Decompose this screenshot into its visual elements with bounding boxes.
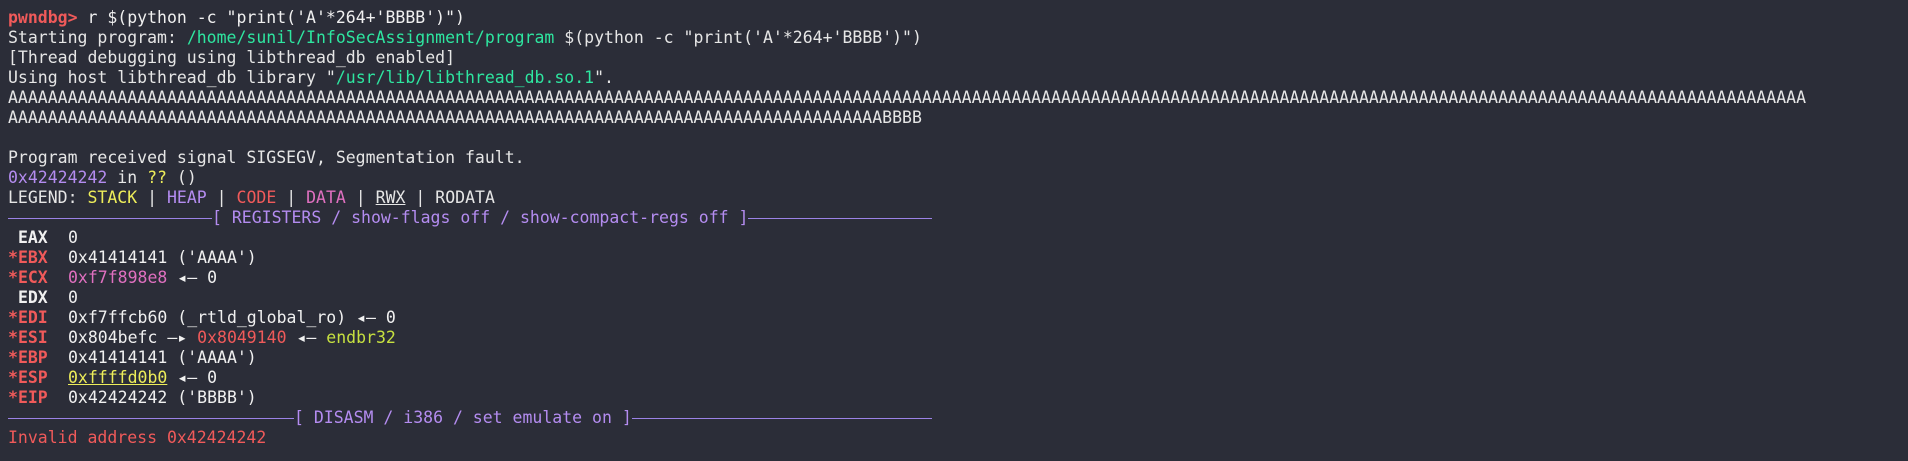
- separator-rule: [8, 218, 212, 219]
- register-value: 0x804befc —▸: [68, 328, 198, 347]
- register-name: EAX: [8, 228, 68, 248]
- register-value: 0: [68, 288, 78, 307]
- signal-line: Program received signal SIGSEGV, Segment…: [8, 148, 525, 167]
- register-value: 0xf7ffcb60 (_rtld_global_ro) ◂— 0: [68, 308, 396, 327]
- register-name: *EBX: [8, 248, 68, 268]
- register-name: *ECX: [8, 268, 68, 288]
- register-changed-marker: *: [8, 328, 18, 347]
- crash-tail: (): [166, 168, 197, 187]
- separator-rule: [631, 418, 932, 419]
- register-label: ESP: [17, 368, 48, 387]
- legend-sep: |: [206, 188, 237, 207]
- register-changed-marker: *: [8, 248, 18, 267]
- register-label: EAX: [17, 228, 48, 247]
- register-label: EDI: [17, 308, 48, 327]
- legend-rwx: RWX: [375, 188, 406, 207]
- register-label: ESI: [17, 328, 48, 347]
- libthread-suffix: ".: [594, 68, 614, 87]
- register-row-edi: *EDI 0xf7ffcb60 (_rtld_global_ro) ◂— 0: [8, 308, 1908, 328]
- register-value: ◂— 0: [167, 268, 218, 287]
- terminal-output[interactable]: -------------------------------- pwndbg>…: [8, 0, 1908, 448]
- register-name: *ESI: [8, 328, 68, 348]
- pwndbg-prompt: pwndbg>: [8, 8, 78, 27]
- register-changed-marker: [8, 288, 18, 307]
- payload-output-1: AAAAAAAAAAAAAAAAAAAAAAAAAAAAAAAAAAAAAAAA…: [8, 88, 1807, 107]
- register-label: EBX: [17, 248, 48, 267]
- legend-line: LEGEND: STACK | HEAP | CODE | DATA | RWX…: [8, 188, 1908, 208]
- legend-sep: |: [345, 188, 376, 207]
- thread-debug-line: [Thread debugging using libthread_db ena…: [8, 48, 456, 67]
- legend-sep: |: [276, 188, 307, 207]
- register-changed-marker: *: [8, 308, 18, 327]
- register-value: 0x41414141 ('AAAA'): [68, 348, 257, 367]
- registers-panel: EAX 0 *EBX 0x41414141 ('AAAA') *ECX 0xf7f898e…: [8, 228, 1908, 408]
- legend-sep: |: [405, 188, 436, 207]
- register-row-eip: *EIP 0x42424242 ('BBBB'): [8, 388, 1908, 408]
- register-value: 0x41414141 ('AAAA'): [68, 248, 257, 267]
- register-value: 0x42424242 ('BBBB'): [68, 388, 257, 407]
- cut-off-text: --------------------------------: [8, 0, 264, 7]
- legend-code: CODE: [236, 188, 277, 207]
- register-name: *EBP: [8, 348, 68, 368]
- register-value: ◂— 0: [167, 368, 218, 387]
- register-row-ebp: *EBP 0x41414141 ('AAAA'): [8, 348, 1908, 368]
- legend-heap: HEAP: [166, 188, 207, 207]
- register-name: *EIP: [8, 388, 68, 408]
- starting-prefix: Starting program:: [8, 28, 187, 47]
- register-changed-marker: *: [8, 268, 18, 287]
- legend-stack: STACK: [87, 188, 138, 207]
- register-value: 0xffffd0b0: [68, 368, 168, 387]
- register-row-eax: EAX 0: [8, 228, 1908, 248]
- legend-sep: |: [137, 188, 167, 207]
- register-changed-marker: *: [8, 368, 18, 387]
- register-row-esi: *ESI 0x804befc —▸ 0x8049140 ◂— endbr32: [8, 328, 1908, 348]
- disasm-separator: [ DISASM / i386 / set emulate on ]: [8, 408, 932, 428]
- libthread-line: Using host libthread_db library "/usr/li…: [8, 68, 1908, 88]
- disasm-header: [ DISASM / i386 / set emulate on ]: [294, 408, 632, 427]
- crash-function: ??: [147, 168, 167, 187]
- crash-in: in: [107, 168, 148, 187]
- register-changed-marker: *: [8, 348, 18, 367]
- libthread-prefix: Using host libthread_db library ": [8, 68, 336, 87]
- register-name: *ESP: [8, 368, 68, 388]
- registers-header: [ REGISTERS / show-flags off / show-comp…: [212, 208, 749, 227]
- register-name: EDX: [8, 288, 68, 308]
- register-label: ECX: [17, 268, 48, 287]
- register-value: 0: [68, 228, 78, 247]
- registers-separator: [ REGISTERS / show-flags off / show-comp…: [8, 208, 932, 228]
- register-value: 0xf7f898e8: [68, 268, 168, 287]
- program-path: /home/sunil/InfoSecAssignment/program: [186, 28, 555, 47]
- previous-output-line: --------------------------------: [8, 0, 1908, 8]
- command-text: r $(python -c "print('A'*264+'BBBB')"): [77, 8, 465, 27]
- register-value: ◂—: [286, 328, 327, 347]
- legend-label: LEGEND:: [8, 188, 88, 207]
- separator-rule: [748, 218, 932, 219]
- libthread-path: /usr/lib/libthread_db.so.1: [335, 68, 595, 87]
- register-label: EBP: [17, 348, 48, 367]
- register-row-ebx: *EBX 0x41414141 ('AAAA'): [8, 248, 1908, 268]
- register-row-edx: EDX 0: [8, 288, 1908, 308]
- register-row-esp: *ESP 0xffffd0b0 ◂— 0: [8, 368, 1908, 388]
- separator-rule: [8, 418, 294, 419]
- command-line: pwndbg> r $(python -c "print('A'*264+'BB…: [8, 8, 1908, 28]
- legend-rodata: RODATA: [435, 188, 495, 207]
- starting-program-line: Starting program: /home/sunil/InfoSecAss…: [8, 28, 1908, 48]
- register-row-ecx: *ECX 0xf7f898e8 ◂— 0: [8, 268, 1908, 288]
- crash-location-line: 0x42424242 in ?? (): [8, 168, 1908, 188]
- register-label: EIP: [17, 388, 48, 407]
- legend-data: DATA: [306, 188, 346, 207]
- crash-address: 0x42424242: [8, 168, 108, 187]
- register-changed-marker: [8, 228, 18, 247]
- payload-output-2: AAAAAAAAAAAAAAAAAAAAAAAAAAAAAAAAAAAAAAAA…: [8, 108, 922, 127]
- invalid-address-line: Invalid address 0x42424242: [8, 428, 267, 447]
- register-label: EDX: [17, 288, 48, 307]
- register-name: *EDI: [8, 308, 68, 328]
- register-changed-marker: *: [8, 388, 18, 407]
- program-args: $(python -c "print('A'*264+'BBBB')"): [554, 28, 922, 47]
- register-value: endbr32: [326, 328, 396, 347]
- register-value: 0x8049140: [197, 328, 287, 347]
